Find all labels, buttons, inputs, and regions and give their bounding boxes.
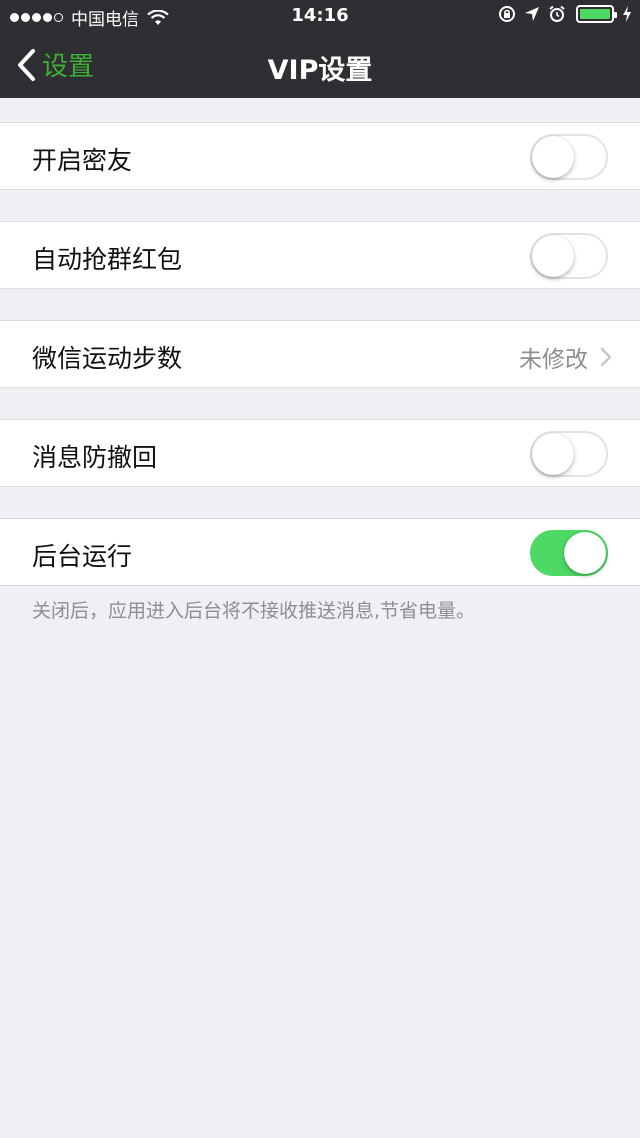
charging-bolt-icon <box>623 6 631 22</box>
battery-icon <box>576 5 617 23</box>
location-arrow-icon <box>525 7 539 21</box>
step-count-value: 未修改 <box>519 347 588 373</box>
settings-row-label: 消息防撤回 <box>32 443 158 472</box>
page-title: VIP设置 <box>267 55 373 86</box>
settings-row-label: 开启密友 <box>32 146 133 175</box>
step-count-detail[interactable]: 未修改 <box>519 340 612 374</box>
rotation-lock-icon <box>499 6 515 22</box>
settings-row-anti-recall: 消息防撤回 <box>0 419 640 487</box>
top-bar: 中国电信 14:16 设置 VIP设置 <box>0 0 640 98</box>
auto-red-packet-toggle[interactable] <box>530 233 608 279</box>
settings-row-label: 后台运行 <box>32 542 133 571</box>
settings-row-label: 微信运动步数 <box>32 344 183 373</box>
anti-recall-toggle[interactable] <box>530 431 608 477</box>
settings-row-close-friend: 开启密友 <box>0 122 640 190</box>
settings-row-auto-red-packet: 自动抢群红包 <box>0 221 640 289</box>
close-friend-toggle[interactable] <box>530 134 608 180</box>
settings-row-label: 自动抢群红包 <box>32 245 183 274</box>
chevron-right-icon <box>600 347 612 367</box>
settings-row-background-run: 后台运行 <box>0 518 640 586</box>
navigation-bar: 设置 VIP设置 <box>0 32 640 98</box>
alarm-icon <box>549 5 565 22</box>
settings-row-step-count[interactable]: 微信运动步数 未修改 <box>0 320 640 388</box>
background-run-toggle[interactable] <box>530 530 608 576</box>
status-right <box>490 5 632 23</box>
status-bar: 中国电信 14:16 <box>0 0 640 32</box>
background-run-note: 关闭后，应用进入后台将不接收推送消息,节省电量。 <box>32 600 476 622</box>
